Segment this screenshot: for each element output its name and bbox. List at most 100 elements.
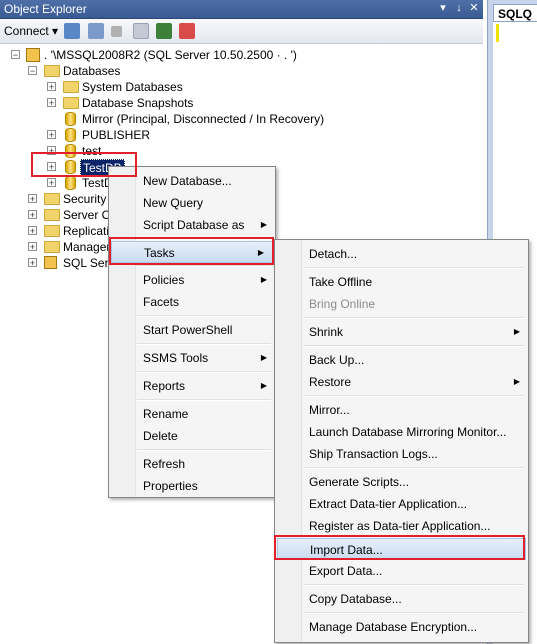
expand-icon[interactable]: + [47,178,56,188]
menu-item-import-data[interactable]: Import Data... [277,538,526,560]
server-objects-label: Server Ol [63,208,114,222]
expand-icon[interactable]: + [47,130,56,140]
server-label: . '\MSSQL2008R2 (SQL Server 10.50.2500 ·… [44,48,297,62]
filter-icon[interactable] [133,23,149,39]
expand-icon[interactable]: + [28,210,37,220]
object-explorer-details-icon[interactable] [179,23,195,39]
menu-item-restore[interactable]: Restore ▶ [275,371,528,393]
system-databases-label: System Databases [82,80,183,94]
tree-node-test[interactable]: + test [0,143,483,159]
menu-separator [303,467,524,469]
menu-separator [303,317,524,319]
disconnect-icon[interactable] [88,23,104,39]
collapse-icon[interactable]: − [11,50,20,60]
expand-icon[interactable]: + [47,146,56,156]
menu-item-new-query[interactable]: New Query [109,192,275,214]
menu-item-ssms-tools[interactable]: SSMS Tools ▶ [109,347,275,369]
expand-icon[interactable]: + [28,194,37,204]
expand-icon[interactable]: + [47,98,56,108]
menu-separator [303,584,524,586]
connect-label: Connect [4,24,49,38]
tree-node-publisher[interactable]: + PUBLISHER [0,127,483,143]
menu-item-script-database-as[interactable]: Script Database as ▶ [109,214,275,236]
connect-button[interactable]: Connect ▾ [4,23,58,39]
menu-separator [137,343,271,345]
menu-item-refresh[interactable]: Refresh [109,453,275,475]
tree-node-mirror[interactable]: Mirror (Principal, Disconnected / In Rec… [0,111,483,127]
menu-item-rename[interactable]: Rename [109,403,275,425]
expand-icon[interactable]: + [28,242,37,252]
change-marker [496,24,499,42]
expand-icon[interactable]: + [28,258,37,268]
menu-item-shrink[interactable]: Shrink ▶ [275,321,528,343]
database-icon [65,144,76,158]
menu-separator [303,612,524,614]
database-icon [65,176,76,190]
tree-node-database-snapshots[interactable]: + Database Snapshots [0,95,483,111]
folder-icon [44,225,60,237]
menu-item-delete[interactable]: Delete [109,425,275,447]
stop-icon[interactable] [111,26,122,37]
menu-separator [137,265,271,267]
submenu-arrow-icon: ▶ [260,275,267,284]
connect-server-icon[interactable] [64,23,80,39]
test-label: test [82,144,102,158]
menu-item-extract-data-tier[interactable]: Extract Data-tier Application... [275,493,528,515]
menu-item-ship-transaction-logs[interactable]: Ship Transaction Logs... [275,443,528,465]
expand-icon[interactable]: + [28,226,37,236]
menu-item-register-data-tier[interactable]: Register as Data-tier Application... [275,515,528,537]
menu-separator [303,267,524,269]
tree-node-databases[interactable]: − Databases [0,63,483,79]
menu-item-manage-database-encryption[interactable]: Manage Database Encryption... [275,616,528,638]
menu-item-take-offline[interactable]: Take Offline [275,271,528,293]
tasks-submenu: Detach... Take Offline Bring Online Shri… [274,239,529,643]
server-icon [26,48,40,62]
menu-item-facets[interactable]: Facets [109,291,275,313]
database-context-menu: New Database... New Query Script Databas… [108,166,276,498]
agent-icon [44,256,57,269]
menu-item-properties[interactable]: Properties [109,475,275,497]
menu-item-bring-online: Bring Online [309,297,376,311]
mirror-label: Mirror (Principal, Disconnected / In Rec… [82,112,325,126]
menu-item-generate-scripts[interactable]: Generate Scripts... [275,471,528,493]
menu-separator [303,395,524,397]
collapse-icon[interactable]: − [28,66,37,76]
menu-item-mirror[interactable]: Mirror... [275,399,528,421]
menu-item-tasks[interactable]: Tasks ▶ [111,241,273,263]
expand-icon[interactable]: + [47,82,56,92]
database-snapshots-label: Database Snapshots [82,96,194,110]
dropdown-icon[interactable]: ▾ [436,1,450,15]
menu-item-export-data[interactable]: Export Data... [275,560,528,582]
menu-item-policies[interactable]: Policies ▶ [109,269,275,291]
tree-node-server[interactable]: − . '\MSSQL2008R2 (SQL Server 10.50.2500… [0,47,483,63]
folder-icon [44,209,60,221]
menu-item-start-powershell[interactable]: Start PowerShell [109,319,275,341]
menu-item-new-database[interactable]: New Database... [109,170,275,192]
pin-icon[interactable]: ↓ [452,1,466,15]
database-icon [65,128,76,142]
submenu-arrow-icon: ▶ [260,381,267,390]
menu-item-reports[interactable]: Reports ▶ [109,375,275,397]
menu-item-copy-database[interactable]: Copy Database... [275,588,528,610]
object-explorer-titlebar: Object Explorer ▾ ↓ ✕ [0,0,483,19]
submenu-arrow-icon: ▶ [260,220,267,229]
database-icon [65,112,76,126]
folder-icon [44,193,60,205]
menu-item-launch-mirroring-monitor[interactable]: Launch Database Mirroring Monitor... [275,421,528,443]
tree-node-system-databases[interactable]: + System Databases [0,79,483,95]
submenu-arrow-icon: ▶ [257,248,264,257]
expand-icon[interactable]: + [47,162,56,172]
menu-item-back-up[interactable]: Back Up... [275,349,528,371]
close-icon[interactable]: ✕ [467,1,481,15]
refresh-icon[interactable] [156,23,172,39]
security-label: Security [63,192,107,206]
object-explorer-toolbar: Connect ▾ [0,19,483,44]
panel-title: Object Explorer [4,2,87,16]
menu-item-detach[interactable]: Detach... [275,243,528,265]
database-icon [65,160,76,174]
chevron-down-icon: ▾ [52,24,59,38]
databases-label: Databases [63,64,121,78]
menu-separator [137,371,271,373]
sql-query-tab[interactable]: SQLQ [493,4,537,22]
menu-separator [137,238,271,240]
